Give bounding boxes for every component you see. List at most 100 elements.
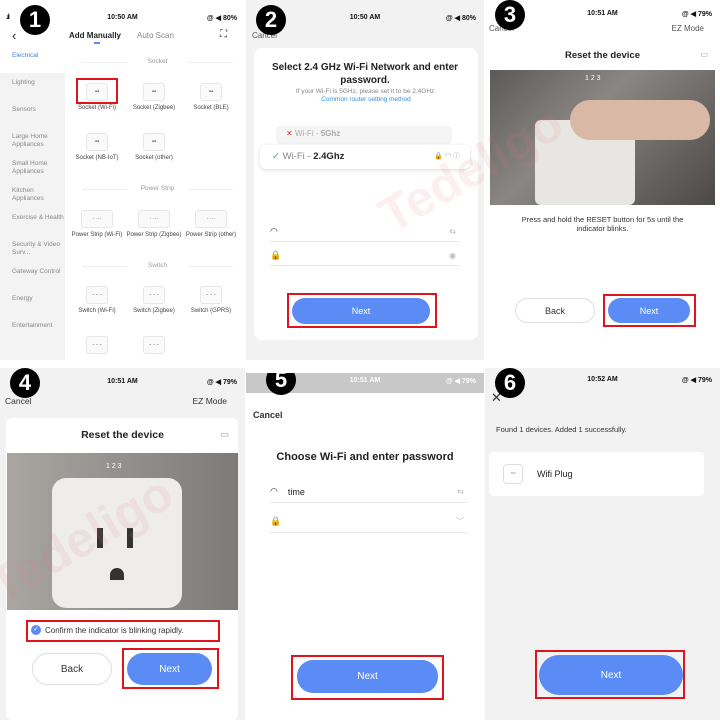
- result-text: Found 1 devices. Added 1 successfully.: [496, 425, 627, 434]
- device-label: Socket (Wi-Fi): [78, 105, 116, 111]
- doc-icon[interactable]: ▭: [220, 429, 229, 440]
- device-strip-wifi[interactable]: ∙ ∙∙∙ Power Strip (Wi-Fi): [69, 210, 125, 240]
- wifi-24g-option[interactable]: ✓ Wi-Fi - 2.4Ghz 🔒 ◠ ⓘ: [260, 145, 470, 169]
- router-setting-link[interactable]: Common router setting method: [260, 96, 472, 103]
- tab-auto-scan[interactable]: Auto Scan: [137, 31, 174, 40]
- highlight-box: [291, 655, 444, 700]
- power-strip-icon: ∙ ∙∙∙: [138, 210, 170, 228]
- subtitle: If your Wi-Fi is 5GHz, please set it to …: [295, 88, 437, 95]
- device-switch-wifi[interactable]: - - - Switch (Wi-Fi): [69, 286, 125, 316]
- ssid-value: time: [287, 486, 305, 497]
- highlight-box: [535, 650, 685, 699]
- sidebar-item[interactable]: Kitchen Appliances: [0, 181, 65, 208]
- highlight-box: [76, 78, 118, 104]
- step-badge: 6: [495, 368, 525, 398]
- device-label: Power Strip (Wi-Fi): [71, 232, 123, 238]
- power-strip-icon: ∙ ∙∙∙: [81, 210, 113, 228]
- battery: @ ◀ 80%: [206, 15, 237, 22]
- device-strip-other[interactable]: ∙ ∙∙∙ Power Strip (other): [183, 210, 239, 240]
- socket-icon: ▪▪: [86, 133, 108, 151]
- panel-device-added: 6 10:52 AM @ ◀ 79% ✕ Found 1 devices. Add…: [485, 368, 720, 720]
- plug-icon: ▫▫: [503, 464, 523, 484]
- eye-closed-icon[interactable]: ︶: [456, 516, 464, 527]
- password-field[interactable]: 🔒 ︶: [270, 511, 468, 533]
- wifi-name-field[interactable]: ◠ time ⇆: [270, 481, 468, 503]
- sidebar-item[interactable]: Entertainment: [0, 316, 65, 343]
- sidebar-item[interactable]: Energy: [0, 289, 65, 316]
- password-field[interactable]: 🔒 ◉: [270, 246, 460, 266]
- wifi-name-field[interactable]: ◠ ⇆: [270, 222, 460, 242]
- device-label: Socket (other): [135, 155, 173, 161]
- device-socket-ble[interactable]: ▪▪ Socket (BLE): [183, 83, 239, 113]
- page-title: Reset the device: [565, 50, 640, 61]
- battery: @ ◀ 79%: [206, 379, 237, 386]
- panel-add-manually: 1 .ıl 10:50 AM @ ◀ 80% ‹ Add Manually Auto…: [0, 0, 245, 360]
- battery: @ ◀ 79%: [681, 11, 712, 18]
- page-title: Select 2.4 GHz Wi-Fi Network and enter p…: [271, 62, 459, 86]
- step-badge: 1: [20, 5, 50, 35]
- switch-icon: - - -: [143, 336, 165, 354]
- device-switch[interactable]: - - -: [126, 336, 182, 358]
- device-label: Socket (NB-IoT): [75, 155, 119, 161]
- back-button[interactable]: Back: [32, 653, 112, 685]
- device-label: Socket (Zigbee): [132, 105, 176, 111]
- panel-confirm-blinking: 4 10:51 AM @ ◀ 79% Cancel EZ Mode Reset t…: [0, 368, 245, 720]
- sidebar-item-electrical[interactable]: Electrical: [0, 46, 65, 73]
- device-socket-other[interactable]: ▪▪ Socket (other): [126, 133, 182, 163]
- wifi-band: 2.4Ghz: [313, 151, 345, 162]
- sidebar-item[interactable]: Security & Video Surv...: [0, 235, 65, 262]
- device-card[interactable]: ▫▫ Wifi Plug: [489, 452, 704, 496]
- device-strip-zigbee[interactable]: ∙ ∙∙∙ Power Strip (Zigbee): [126, 210, 182, 240]
- device-label: Power Strip (Zigbee): [126, 232, 182, 238]
- socket-icon: ▪▪: [143, 133, 165, 151]
- socket-image: [7, 453, 238, 610]
- page-title: Choose Wi-Fi and enter password: [276, 451, 454, 463]
- sidebar-item[interactable]: Large Home Appliances: [0, 127, 65, 154]
- check-icon: ✓: [272, 151, 280, 162]
- sidebar-item[interactable]: Exercise & Health: [0, 208, 65, 235]
- device-label: Switch (GPRS): [190, 308, 232, 314]
- wifi-icon: ◠: [270, 486, 278, 496]
- section-power-strip: Power Strip: [70, 185, 245, 192]
- wifi-5g-option[interactable]: ✕ Wi-Fi - 5Ghz: [276, 126, 452, 144]
- switch-network-icon[interactable]: ⇆: [457, 487, 464, 496]
- switch-network-icon[interactable]: ⇆: [449, 227, 456, 236]
- back-button[interactable]: Back: [515, 298, 595, 323]
- battery: @ ◀ 79%: [445, 378, 476, 385]
- device-switch-zigbee[interactable]: - - - Switch (Zigbee): [126, 286, 182, 316]
- doc-icon[interactable]: ▭: [700, 50, 708, 59]
- device-socket-zigbee[interactable]: ▪▪ Socket (Zigbee): [126, 83, 182, 113]
- step-dots: 1 2 3: [585, 75, 601, 82]
- battery: @ ◀ 79%: [681, 377, 712, 384]
- sidebar-item[interactable]: Sensors: [0, 100, 65, 127]
- device-socket-nbiot[interactable]: ▪▪ Socket (NB-IoT): [69, 133, 125, 163]
- device-label: Socket (BLE): [193, 105, 229, 111]
- switch-icon: - - -: [143, 286, 165, 304]
- panel-select-wifi: 2 10:50 AM @ ◀ 80% Cancel Select 2.4 GHz …: [246, 0, 484, 360]
- device-switch-gprs[interactable]: - - - Switch (GPRS): [183, 286, 239, 316]
- highlight-box: [26, 620, 220, 642]
- lock-wifi-info-icon: 🔒 ◠ ⓘ: [434, 153, 460, 160]
- section-socket: Socket: [70, 58, 245, 65]
- socket-icon: ▪▪: [143, 83, 165, 101]
- cancel-button[interactable]: Cancel: [253, 410, 283, 420]
- tab-add-manually[interactable]: Add Manually: [69, 31, 121, 40]
- sidebar-item[interactable]: Gateway Control: [0, 262, 65, 289]
- lock-icon: 🔒: [270, 516, 282, 526]
- instruction-text: Press and hold the RESET button for 5s u…: [521, 215, 684, 233]
- ez-mode-toggle[interactable]: EZ Mode: [672, 24, 704, 33]
- ez-mode-toggle[interactable]: EZ Mode: [193, 396, 228, 406]
- device-label: Power Strip (other): [185, 232, 237, 238]
- category-sidebar: Electrical Lighting Sensors Large Home A…: [0, 46, 65, 360]
- step-badge: 4: [10, 368, 40, 398]
- tab-indicator: [94, 42, 100, 44]
- device-switch[interactable]: - - -: [69, 336, 125, 358]
- sidebar-item[interactable]: Small Home Appliances: [0, 154, 65, 181]
- step-badge: 3: [495, 0, 525, 30]
- switch-icon: - - -: [86, 286, 108, 304]
- back-icon[interactable]: ‹: [12, 28, 16, 43]
- scan-icon[interactable]: ⛶: [220, 29, 227, 40]
- eye-icon[interactable]: ◉: [449, 251, 456, 260]
- sidebar-item[interactable]: Lighting: [0, 73, 65, 100]
- device-name: Wifi Plug: [537, 469, 573, 479]
